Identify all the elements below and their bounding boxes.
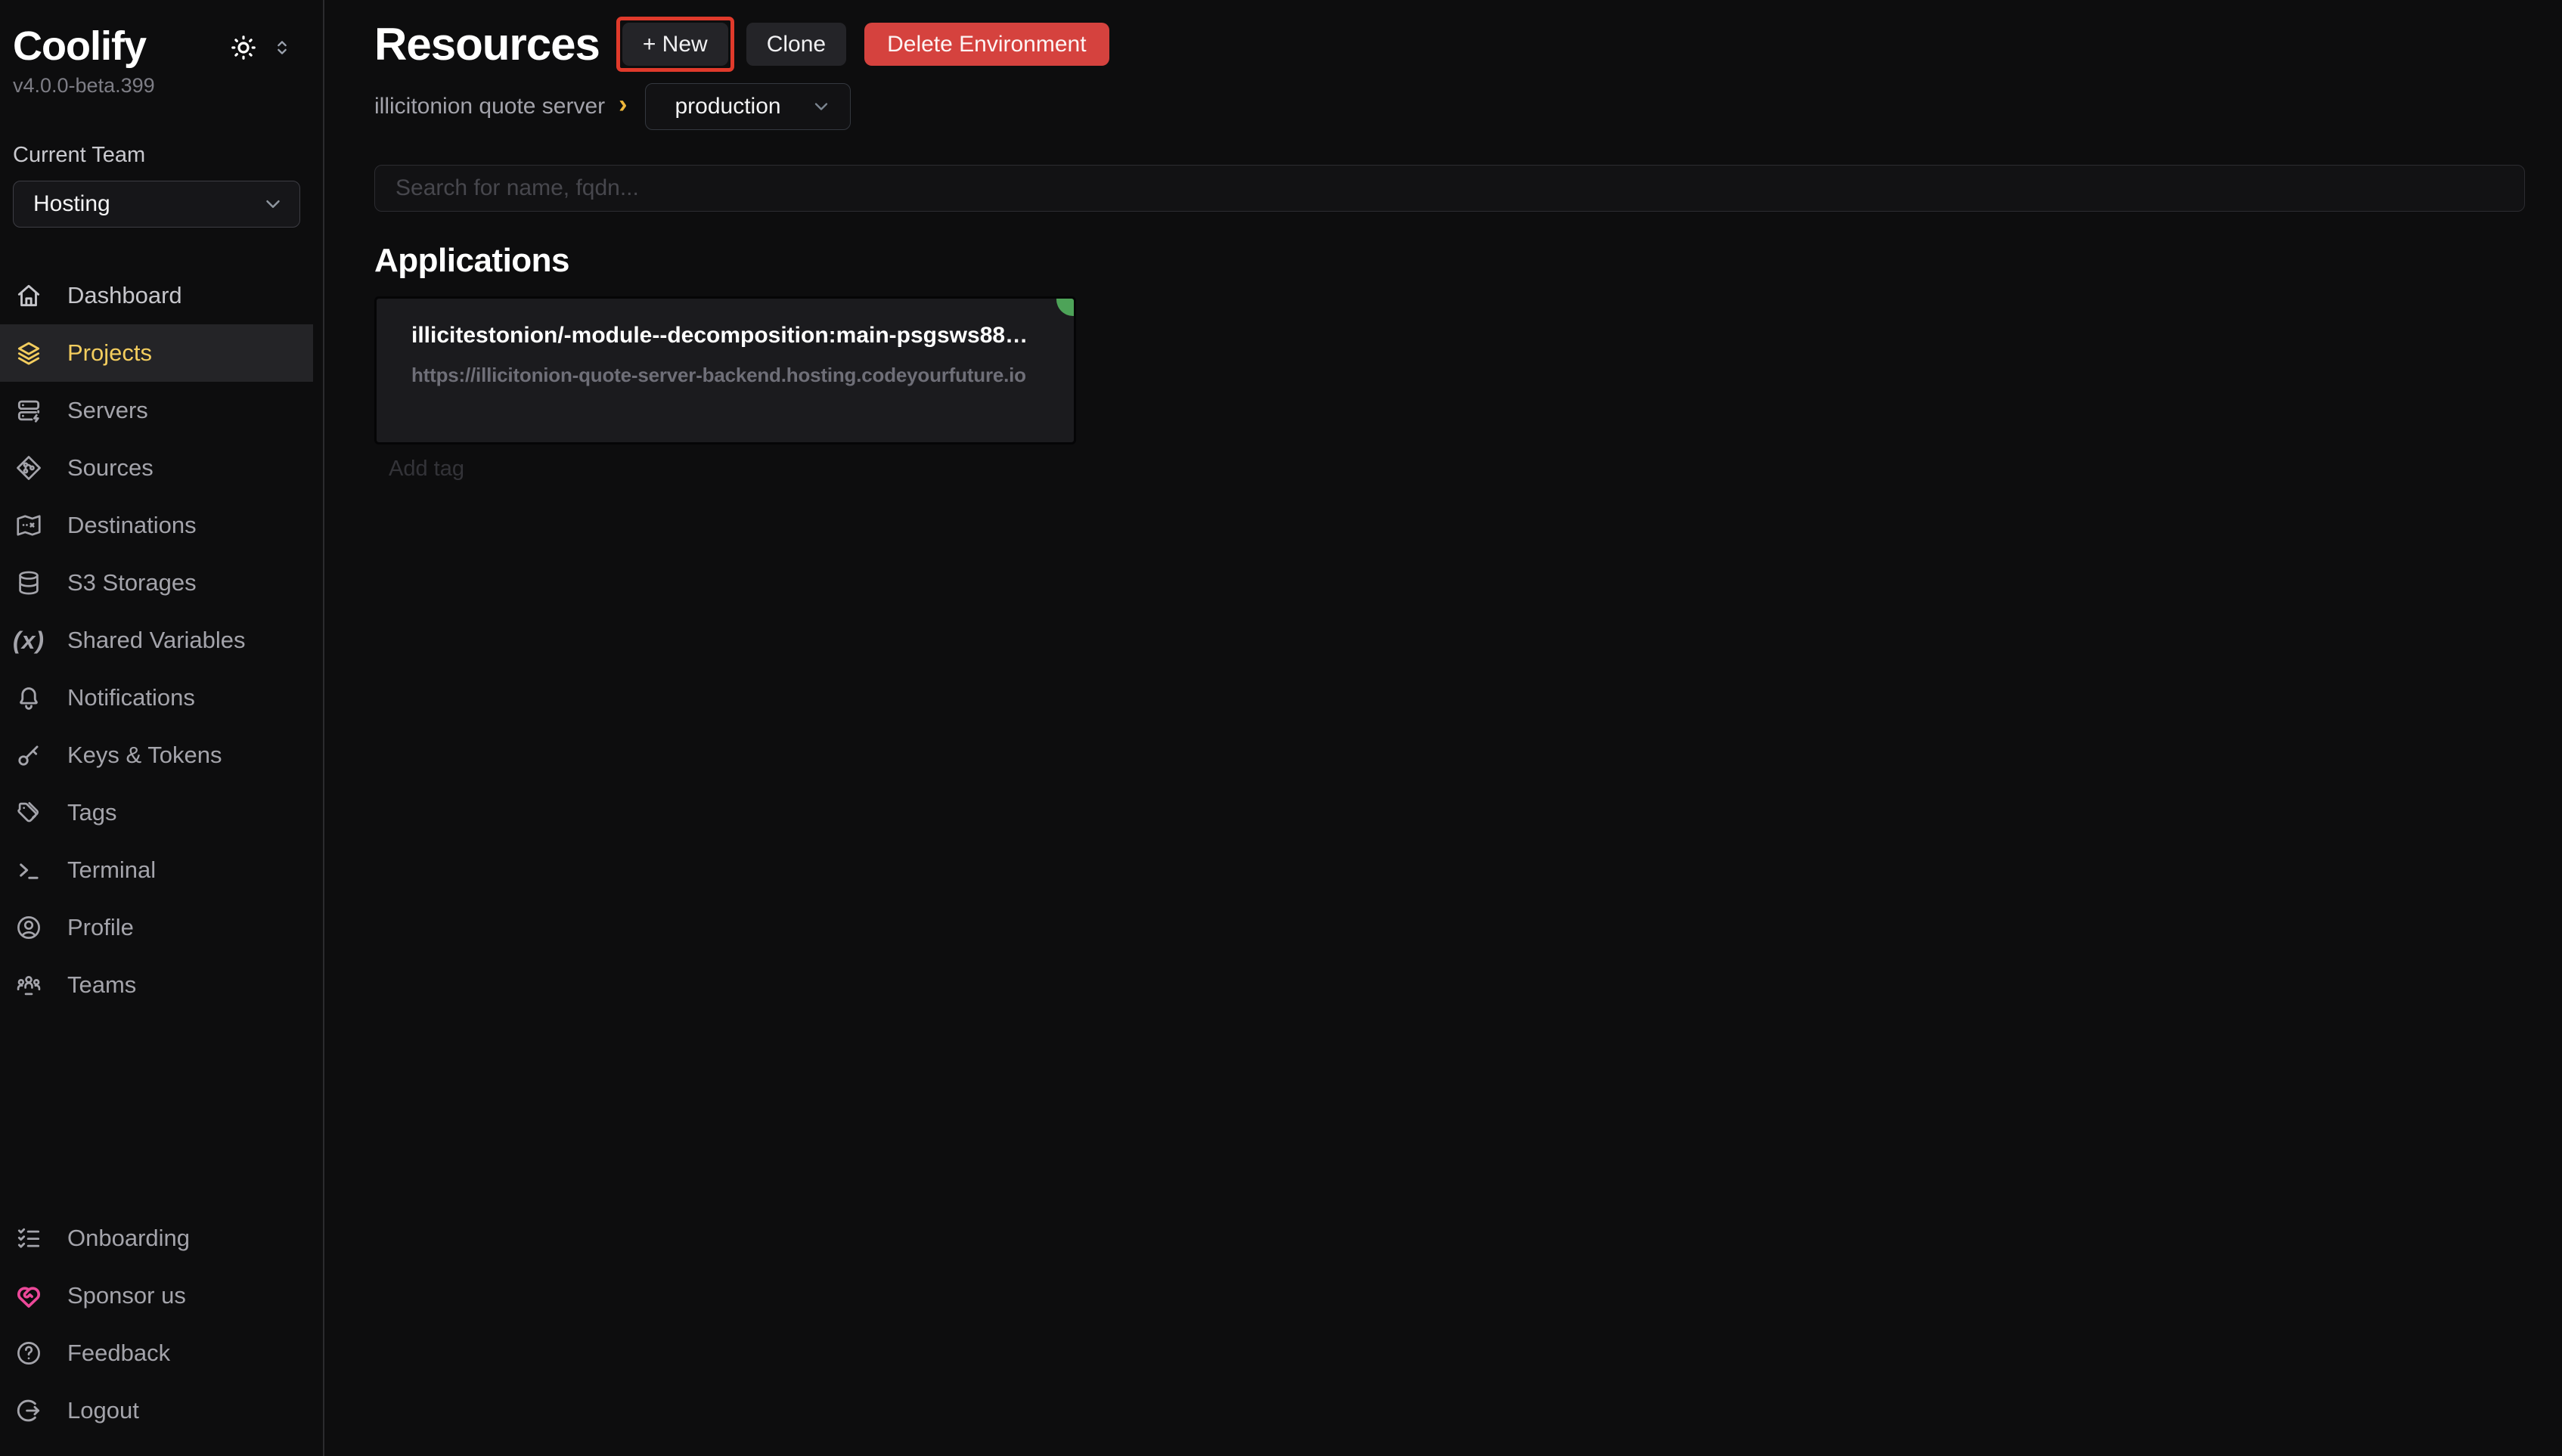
database-icon (14, 568, 44, 598)
sidebar-item-label: Sponsor us (67, 1282, 186, 1309)
app-logo[interactable]: Coolify (13, 23, 146, 70)
application-url: https://illicitonion-quote-server-backen… (411, 364, 1041, 387)
sidebar-item-feedback[interactable]: Feedback (0, 1324, 313, 1382)
sidebar-item-label: Sources (67, 454, 154, 482)
chevron-down-icon (262, 193, 284, 215)
clone-button[interactable]: Clone (746, 23, 846, 66)
sidebar-item-onboarding[interactable]: Onboarding (0, 1210, 313, 1267)
sidebar-item-label: Destinations (67, 512, 197, 539)
application-name: illicitestonion/-module--decomposition:m… (411, 323, 1041, 349)
sidebar-item-terminal[interactable]: Terminal (0, 841, 313, 899)
sidebar-item-label: Profile (67, 914, 134, 941)
sidebar-item-label: Keys & Tokens (67, 742, 222, 769)
sidebar-item-profile[interactable]: Profile (0, 899, 313, 956)
current-team-label: Current Team (13, 143, 323, 168)
help-circle-icon (14, 1338, 44, 1368)
main-content: Resources + New Clone Delete Environment… (324, 0, 2562, 1456)
environment-select-value: production (675, 94, 780, 119)
layers-icon (14, 338, 44, 368)
new-button[interactable]: + New (622, 23, 728, 66)
sidebar-item-teams[interactable]: Teams (0, 956, 313, 1014)
breadcrumb-project-link[interactable]: illicitonion quote server (374, 94, 605, 119)
user-circle-icon (14, 912, 44, 943)
logout-icon (14, 1396, 44, 1426)
coolify-app: Coolify v4.0.0-beta.399 Current Team Hos… (0, 0, 2562, 1456)
server-bolt-icon (14, 395, 44, 426)
sun-icon[interactable] (229, 33, 258, 62)
sidebar-item-label: Terminal (67, 857, 156, 884)
page-title: Resources (374, 22, 600, 67)
sidebar-item-logout[interactable]: Logout (0, 1382, 313, 1439)
search-input[interactable] (374, 165, 2525, 212)
map-icon (14, 510, 44, 541)
tags-icon (14, 798, 44, 828)
sidebar: Coolify v4.0.0-beta.399 Current Team Hos… (0, 0, 324, 1456)
sidebar-item-label: Feedback (67, 1340, 170, 1367)
sidebar-item-destinations[interactable]: Destinations (0, 497, 313, 554)
team-select-value: Hosting (33, 191, 110, 217)
logo-icons (229, 33, 293, 62)
variables-icon: (x) (14, 625, 44, 655)
app-version: v4.0.0-beta.399 (13, 74, 323, 98)
sidebar-item-projects[interactable]: Projects (0, 324, 313, 382)
sidebar-item-label: Teams (67, 971, 136, 999)
sidebar-item-dashboard[interactable]: Dashboard (0, 267, 313, 324)
environment-select[interactable]: production (645, 83, 851, 130)
chevron-up-down-icon[interactable] (271, 37, 293, 58)
sidebar-footer-nav: Onboarding Sponsor us Feedback Logout (0, 1210, 313, 1439)
key-icon (14, 740, 44, 770)
sidebar-item-s3-storages[interactable]: S3 Storages (0, 554, 313, 612)
add-tag-button[interactable]: Add tag (389, 457, 464, 482)
sidebar-item-servers[interactable]: Servers (0, 382, 313, 439)
home-icon (14, 280, 44, 311)
applications-heading: Applications (374, 242, 2525, 280)
sidebar-item-label: S3 Storages (67, 569, 197, 596)
team-select[interactable]: Hosting (13, 181, 300, 228)
git-source-icon (14, 453, 44, 483)
bell-icon (14, 683, 44, 713)
sidebar-item-sources[interactable]: Sources (0, 439, 313, 497)
breadcrumb-chevron-icon: › (619, 91, 627, 117)
terminal-icon (14, 855, 44, 885)
status-indicator-running (1056, 296, 1076, 316)
sidebar-item-label: Onboarding (67, 1225, 190, 1252)
sidebar-item-sponsor-us[interactable]: Sponsor us (0, 1267, 313, 1324)
breadcrumb: illicitonion quote server › production (374, 83, 2525, 130)
sidebar-item-shared-variables[interactable]: (x) Shared Variables (0, 612, 313, 669)
sidebar-item-label: Projects (67, 339, 152, 367)
sidebar-item-label: Notifications (67, 684, 195, 711)
new-button-highlight-box: + New (616, 17, 734, 72)
application-card[interactable]: illicitestonion/-module--decomposition:m… (374, 296, 1076, 445)
sidebar-item-label: Logout (67, 1397, 139, 1424)
sidebar-item-label: Servers (67, 397, 148, 424)
delete-environment-button[interactable]: Delete Environment (864, 23, 1109, 66)
page-header: Resources + New Clone Delete Environment (374, 17, 2525, 72)
sidebar-item-label: Shared Variables (67, 627, 246, 654)
users-group-icon (14, 970, 44, 1000)
sidebar-item-tags[interactable]: Tags (0, 784, 313, 841)
chevron-down-icon (811, 96, 832, 117)
sidebar-nav: Dashboard Projects Servers Sources (0, 267, 323, 1014)
logo-row: Coolify (13, 23, 323, 70)
sidebar-item-label: Tags (67, 799, 116, 826)
sidebar-item-notifications[interactable]: Notifications (0, 669, 313, 726)
checklist-icon (14, 1223, 44, 1253)
heart-handshake-icon (14, 1281, 44, 1311)
sidebar-item-label: Dashboard (67, 282, 182, 309)
sidebar-item-keys-tokens[interactable]: Keys & Tokens (0, 726, 313, 784)
